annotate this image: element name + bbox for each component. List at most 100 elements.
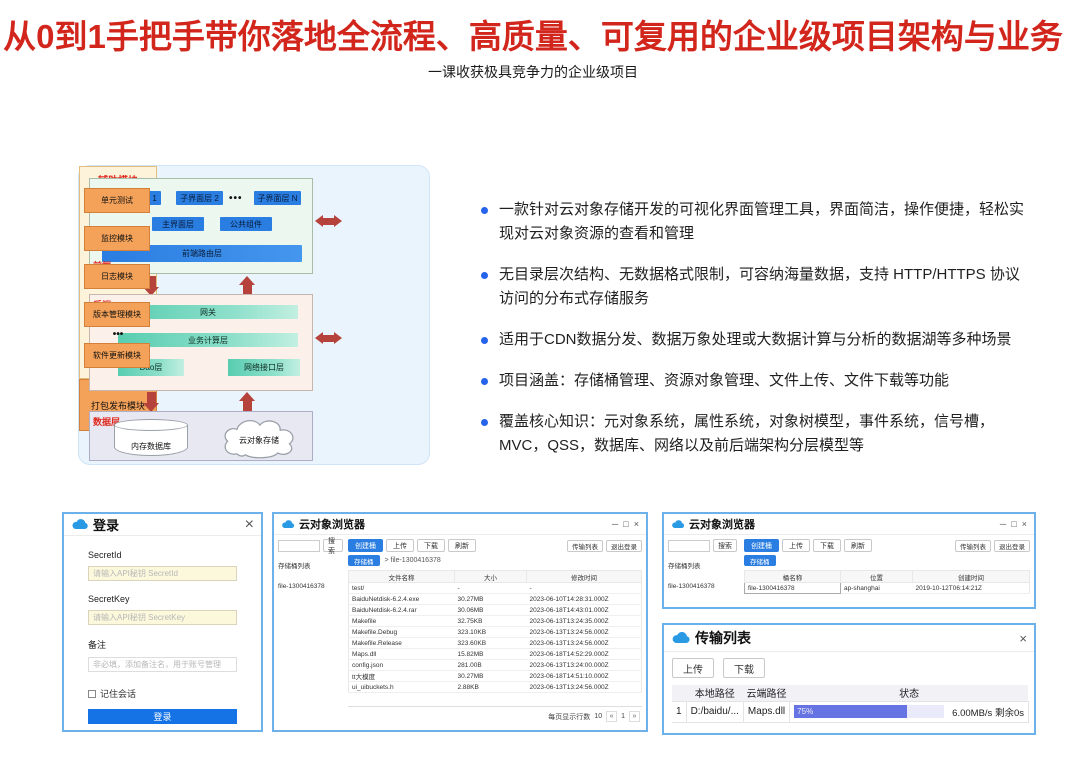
- column-header[interactable]: 创建时间: [913, 571, 1030, 583]
- remember-checkbox[interactable]: [88, 690, 96, 698]
- column-header[interactable]: 云端路径: [743, 685, 789, 701]
- secretid-field[interactable]: [88, 566, 237, 581]
- download-tab-button[interactable]: 下载: [723, 658, 765, 678]
- feature-text: 一款针对云对象存储开发的可视化界面管理工具，界面简洁，操作便捷，轻松实现对云对象…: [499, 198, 1032, 246]
- search-input[interactable]: [278, 540, 320, 552]
- create-bucket-button[interactable]: 创建桶: [348, 539, 383, 552]
- bucket-list-label: 存储桶列表: [278, 560, 343, 570]
- table-row[interactable]: file-1300416378 ap-shanghai 2019-10-12T0…: [745, 583, 1030, 594]
- progress-percent-label: 75%: [794, 707, 813, 716]
- list-item: 覆盖核心知识：元对象系统，属性系统，对象树模型，事件系统，信号槽，MVC，QSS…: [480, 410, 1032, 458]
- column-header[interactable]: 文件名称: [349, 571, 455, 583]
- close-icon[interactable]: ×: [634, 519, 639, 529]
- table-row[interactable]: tt大模度30.27MB2023-06-18T14:51:10.000Z: [349, 671, 642, 682]
- bucket-root-button[interactable]: 存储桶: [348, 555, 380, 566]
- upload-tab-button[interactable]: 上传: [672, 658, 714, 678]
- create-bucket-button[interactable]: 创建桶: [744, 539, 779, 552]
- note-field[interactable]: [88, 657, 237, 672]
- files-main-area: 创建桶 上传 下载 刷新 传输列表 退出登录 存储桶 > file-130041…: [346, 535, 646, 730]
- feature-text: 适用于CDN数据分发、数据万象处理或大数据计算与分析的数据湖等多种场景: [499, 328, 1012, 352]
- table-row[interactable]: BaiduNetdisk-6.2.4.exe30.27MB2023-06-10T…: [349, 594, 642, 605]
- page-title: 从0到1手把手带你落地全流程、高质量、可复用的企业级项目架构与业务: [0, 10, 1066, 58]
- arrow-down-icon: [143, 392, 159, 412]
- close-icon[interactable]: ×: [1022, 519, 1027, 529]
- close-icon[interactable]: ×: [1019, 631, 1027, 646]
- column-header[interactable]: 本地路径: [686, 685, 743, 701]
- bucket-list-label: 存储桶列表: [668, 560, 739, 570]
- ellipsis-dots: •••: [229, 193, 243, 204]
- bullet-icon: [481, 272, 488, 279]
- maximize-icon[interactable]: □: [623, 519, 628, 529]
- upload-button[interactable]: 上传: [386, 539, 414, 552]
- buckets-table: 桶名称 位置 创建时间 file-1300416378 ap-shanghai …: [744, 570, 1030, 594]
- refresh-button[interactable]: 刷新: [448, 539, 476, 552]
- version-module: 版本管理模块: [84, 302, 150, 327]
- table-row[interactable]: test/--: [349, 583, 642, 594]
- breadcrumb: 存储桶 > file-1300416378: [348, 555, 642, 566]
- logout-button[interactable]: 退出登录: [994, 540, 1030, 552]
- list-item: 适用于CDN数据分发、数据万象处理或大数据计算与分析的数据湖等多种场景: [480, 328, 1032, 352]
- sub-ui-layer-2: 子界面层 2: [176, 191, 223, 205]
- transfer-list-button[interactable]: 传输列表: [955, 540, 991, 552]
- buckets-main-area: 创建桶 上传 下载 刷新 传输列表 退出登录 存储桶 桶名称 位置 创建时间: [742, 535, 1034, 607]
- refresh-button[interactable]: 刷新: [844, 539, 872, 552]
- download-button[interactable]: 下载: [813, 539, 841, 552]
- progress-bar: 75%: [794, 705, 944, 718]
- ellipsis-dots: •••: [79, 329, 157, 340]
- table-row[interactable]: Makefile.Debug323.10KB2023-06-13T13:24:5…: [349, 627, 642, 638]
- search-button[interactable]: 搜索: [323, 539, 343, 552]
- search-button[interactable]: 搜索: [713, 539, 737, 552]
- column-header[interactable]: 修改时间: [527, 571, 642, 583]
- close-icon[interactable]: ×: [245, 516, 254, 534]
- aux-modules-panel: 辅助模块 单元测试 监控模块 日志模块 版本管理模块 ••• 软件更新模块: [79, 166, 157, 379]
- object-browser-files-window: 云对象浏览器 ─ □ × 搜索 存储桶列表 file-1300416378 创建…: [272, 512, 648, 732]
- column-header[interactable]: 状态: [790, 685, 1029, 701]
- table-row[interactable]: BaiduNetdisk-6.2.4.rar30.06MB2023-06-18T…: [349, 605, 642, 616]
- network-interface-layer: 网络接口层: [228, 359, 300, 376]
- sidebar-item-bucket[interactable]: file-1300416378: [668, 583, 739, 590]
- logout-button[interactable]: 退出登录: [606, 540, 642, 552]
- remote-path-cell: Maps.dll: [743, 701, 789, 722]
- table-row[interactable]: Maps.dll15.82MB2023-06-18T14:52:29.000Z: [349, 649, 642, 660]
- prev-page-button[interactable]: «: [606, 711, 617, 722]
- table-row[interactable]: 1 D:/baidu/... Maps.dll 75% 6.00MB/s 剩余0…: [672, 701, 1028, 722]
- object-browser-buckets-window: 云对象浏览器 ─ □ × 搜索 存储桶列表 file-1300416378 创建…: [662, 512, 1036, 609]
- current-page: 1: [621, 713, 625, 720]
- main-ui-layer: 主界面层: [152, 217, 204, 231]
- page-size-value[interactable]: 10: [594, 713, 602, 720]
- buckets-titlebar: 云对象浏览器 ─ □ ×: [664, 514, 1034, 535]
- download-button[interactable]: 下载: [417, 539, 445, 552]
- next-page-button[interactable]: »: [629, 711, 640, 722]
- status-cell: 75% 6.00MB/s 剩余0s: [790, 701, 1029, 722]
- window-title: 云对象浏览器: [299, 516, 365, 532]
- files-toolbar: 创建桶 上传 下载 刷新 传输列表 退出登录: [348, 539, 642, 552]
- cloud-icon: [71, 519, 89, 530]
- login-form: SecretId SecretKey 备注 记住会话 登录: [64, 536, 261, 724]
- sub-ui-layer-n: 子界面层 N: [254, 191, 301, 205]
- minimize-icon[interactable]: ─: [612, 519, 618, 529]
- feature-text: 覆盖核心知识：元对象系统，属性系统，对象树模型，事件系统，信号槽，MVC，QSS…: [499, 410, 1032, 458]
- transfer-list-window: 传输列表 × 上传 下载 本地路径 云端路径 状态 1 D:/baidu/...…: [662, 623, 1036, 735]
- table-row[interactable]: Makefile32.75KB2023-06-13T13:24:35.000Z: [349, 616, 642, 627]
- common-components: 公共组件: [220, 217, 272, 231]
- note-label: 备注: [88, 638, 237, 651]
- local-path-cell: D:/baidu/...: [686, 701, 743, 722]
- column-header[interactable]: 桶名称: [745, 571, 841, 583]
- minimize-icon[interactable]: ─: [1000, 519, 1006, 529]
- upload-button[interactable]: 上传: [782, 539, 810, 552]
- secretkey-field[interactable]: [88, 610, 237, 625]
- column-header[interactable]: 位置: [841, 571, 913, 583]
- table-row[interactable]: config.json281.00B2023-06-13T13:24:00.00…: [349, 660, 642, 671]
- row-index: 1: [672, 701, 686, 722]
- table-row[interactable]: Makefile.Release323.60KB2023-06-13T13:24…: [349, 638, 642, 649]
- transfer-list-button[interactable]: 传输列表: [567, 540, 603, 552]
- column-header[interactable]: 大小: [455, 571, 527, 583]
- table-row[interactable]: ui_uibuckets.h2.88KB2023-06-13T13:24:56.…: [349, 682, 642, 693]
- cloud-icon: [281, 520, 295, 529]
- login-button[interactable]: 登录: [88, 709, 237, 724]
- list-item: 项目涵盖：存储桶管理、资源对象管理、文件上传、文件下载等功能: [480, 369, 1032, 393]
- sidebar-item-bucket[interactable]: file-1300416378: [278, 583, 343, 590]
- bucket-root-button[interactable]: 存储桶: [744, 555, 776, 566]
- maximize-icon[interactable]: □: [1011, 519, 1016, 529]
- search-input[interactable]: [668, 540, 710, 552]
